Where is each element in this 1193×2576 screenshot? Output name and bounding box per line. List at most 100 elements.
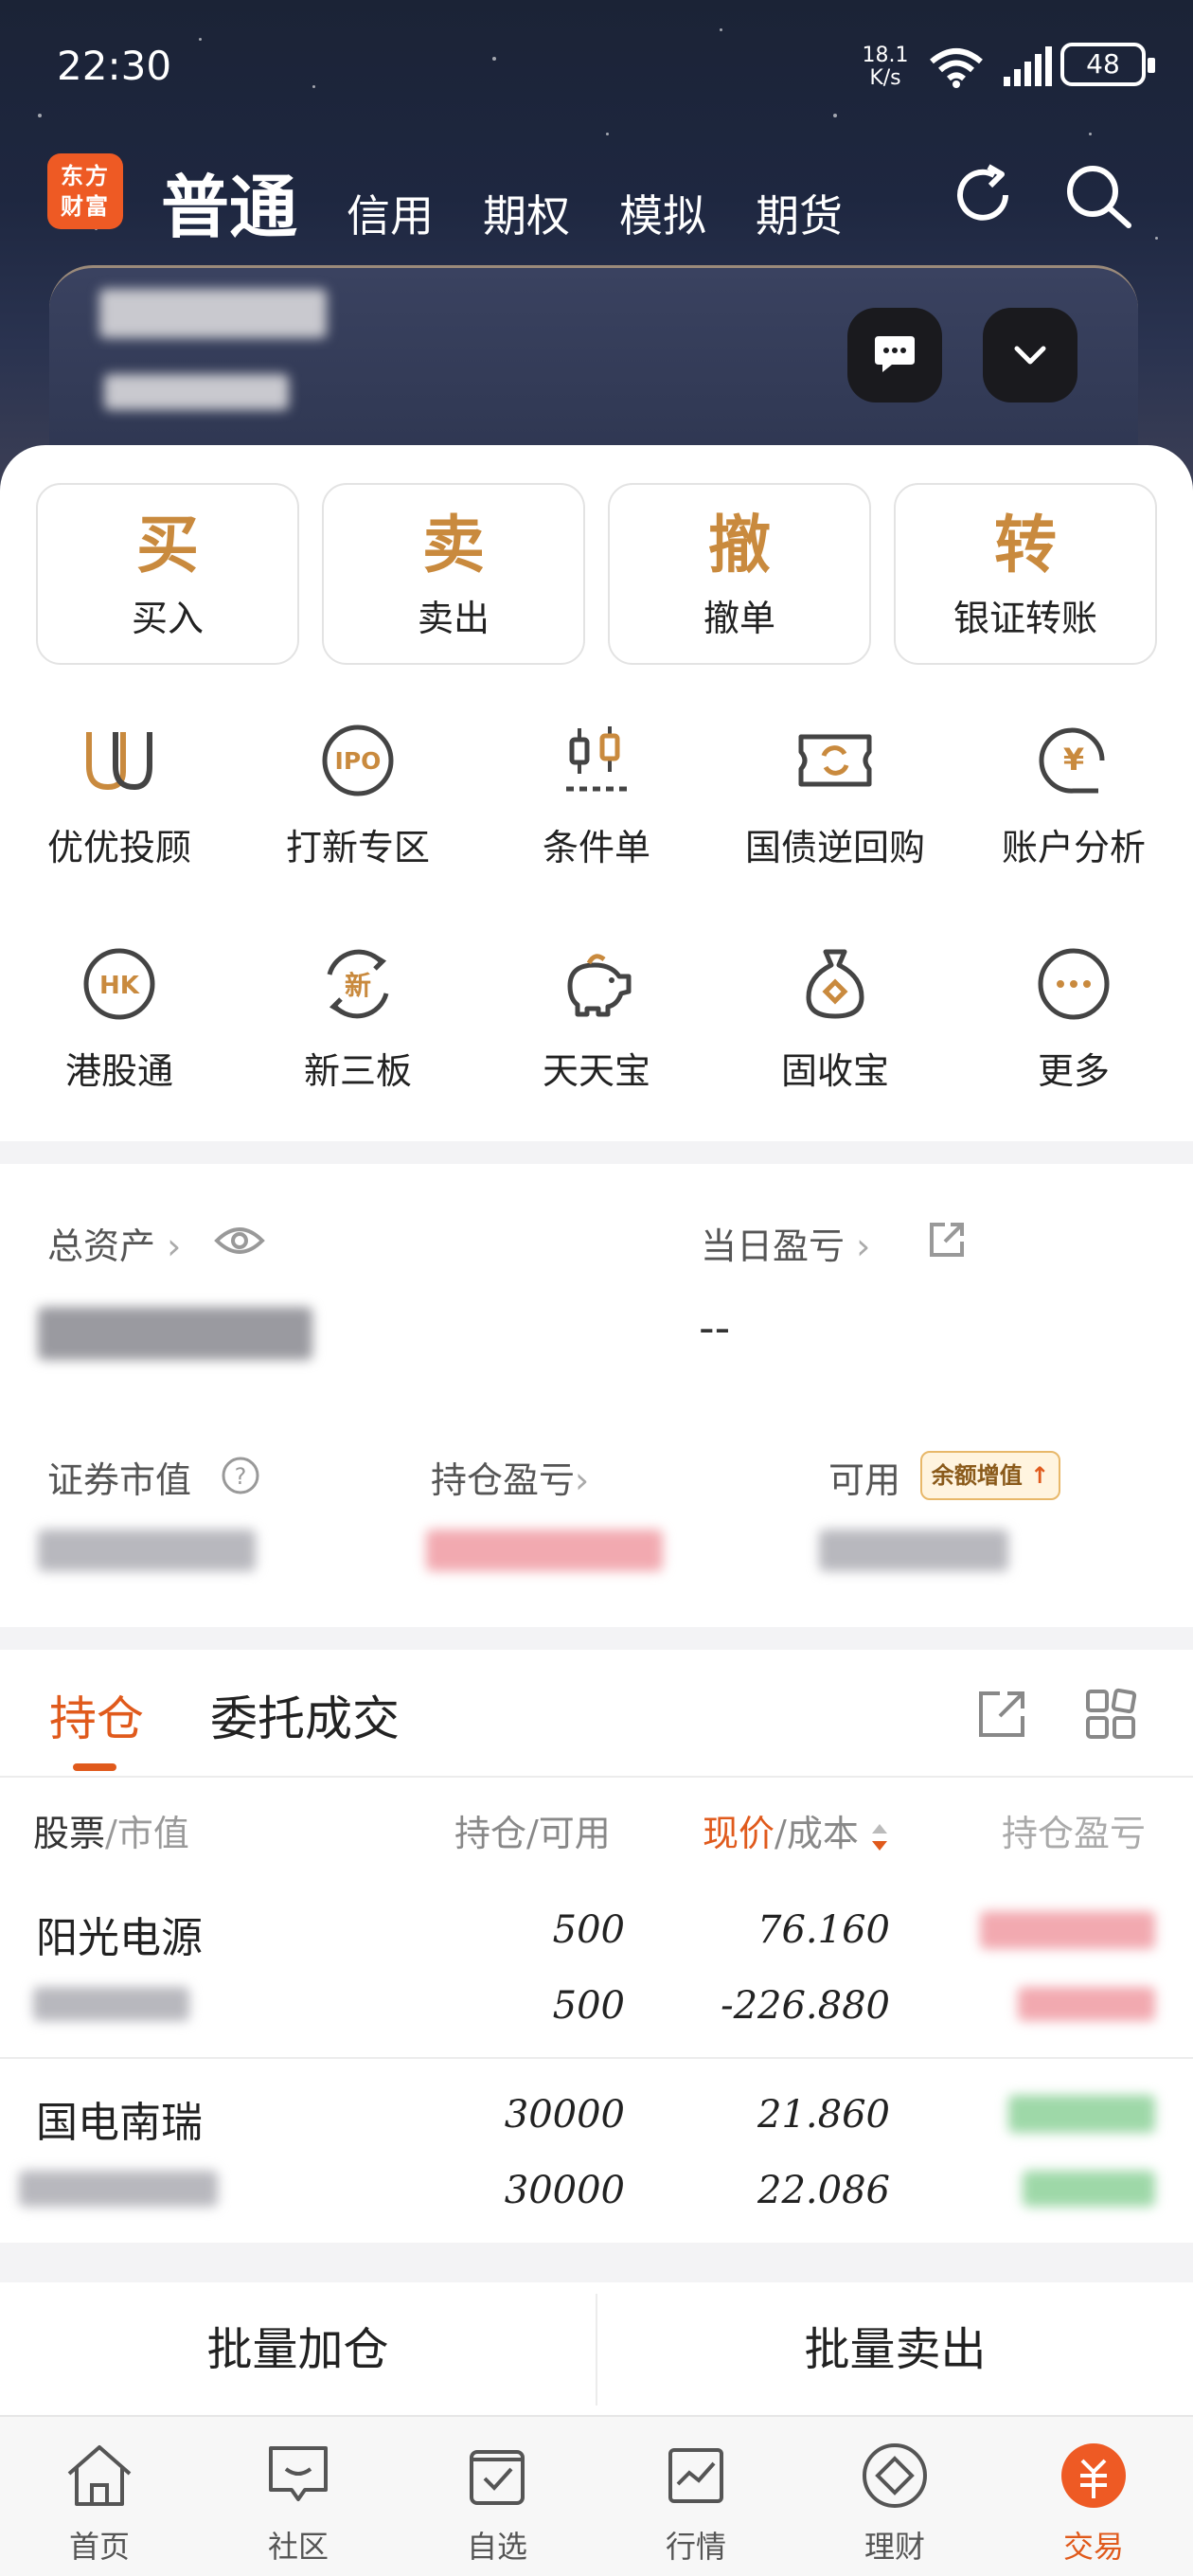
account-type-tabs: 普通 信用 期权 模拟 期货: [161, 152, 843, 247]
batch-add-button[interactable]: 批量加仓: [0, 2282, 596, 2417]
reverse-repo-icon: [798, 734, 872, 787]
market-value-label: 证券市值: [47, 1459, 192, 1501]
trade-icon: [1061, 2443, 1126, 2508]
service-neeq[interactable]: 新 新三板: [239, 924, 477, 1148]
home-icon: [67, 2445, 132, 2506]
external-link-icon[interactable]: [926, 1219, 968, 1261]
nav-wealth[interactable]: 理财: [795, 2417, 994, 2576]
tabs-divider: [0, 1776, 1193, 1778]
share-icon[interactable]: [975, 1688, 1028, 1741]
available-masked: [819, 1530, 1008, 1571]
tab-options[interactable]: 期权: [483, 182, 570, 244]
balance-boost-badge[interactable]: 余额增值 ↑: [920, 1451, 1060, 1500]
available-qty: 30000: [504, 2169, 625, 2212]
message-button[interactable]: [847, 308, 942, 402]
condition-order-icon: [566, 726, 627, 792]
service-more[interactable]: 更多: [954, 924, 1193, 1148]
nav-market[interactable]: 行情: [596, 2417, 795, 2576]
search-icon[interactable]: [1060, 159, 1136, 235]
signal-icon: [1004, 46, 1052, 86]
position-pnl-masked: [980, 1911, 1155, 1949]
col-price-header[interactable]: 现价/成本: [703, 1804, 889, 1856]
tab-futures[interactable]: 期货: [756, 182, 843, 244]
quick-actions: 买 买入 卖 卖出 撤 撤单 转 银证转账: [36, 483, 1157, 665]
daily-pnl-value: --: [699, 1302, 731, 1353]
batch-sell-button[interactable]: 批量卖出: [597, 2282, 1193, 2417]
cancel-order-button[interactable]: 撤 撤单: [608, 483, 871, 665]
app-logo: 东方 财富: [47, 153, 123, 229]
position-pnl-masked: [426, 1530, 663, 1571]
nav-trade[interactable]: 交易: [994, 2417, 1193, 2576]
cost-price: -226.880: [721, 1984, 890, 2028]
trade-panel: 买 买入 卖 卖出 撤 撤单 转 银证转账 优优投顾 IPO 打新专区 条件单 …: [0, 445, 1193, 1146]
money-bag-icon: [806, 949, 864, 1019]
help-icon[interactable]: ?: [220, 1455, 261, 1496]
market-value-masked: [38, 1530, 256, 1571]
daily-pnl-link[interactable]: 当日盈亏 ›: [701, 1217, 870, 1269]
current-price: 21.860: [757, 2093, 890, 2137]
tab-orders[interactable]: 委托成交: [210, 1681, 400, 1749]
section-divider: [0, 1141, 1193, 1164]
section-divider: [0, 1627, 1193, 1650]
neeq-icon: 新: [327, 949, 389, 1019]
service-hk-connect[interactable]: HK 港股通: [0, 924, 239, 1148]
active-tab-indicator: [73, 1763, 116, 1771]
community-icon: [269, 2446, 328, 2501]
account-name-masked: [99, 289, 327, 338]
bank-transfer-button[interactable]: 转 银证转账: [894, 483, 1157, 665]
col-qty-header: 持仓/可用: [454, 1813, 611, 1854]
service-tiantianbao[interactable]: 天天宝: [477, 924, 716, 1148]
available-qty: 500: [552, 1984, 625, 2028]
bottom-nav: 首页 社区 自选 行情 理财 交易: [0, 2415, 1193, 2576]
chevron-down-icon: [1014, 346, 1046, 365]
message-icon: [875, 336, 915, 372]
position-pnl-masked: [1008, 2095, 1155, 2133]
account-analysis-icon: ¥: [1039, 727, 1105, 794]
eye-icon[interactable]: [213, 1222, 266, 1260]
position-qty: 500: [552, 1908, 625, 1952]
stock-market-value-masked: [19, 2171, 218, 2207]
service-reverse-repo[interactable]: 国债逆回购: [716, 701, 954, 924]
status-time: 22:30: [57, 43, 172, 89]
svg-text:?: ?: [235, 1463, 247, 1490]
tab-positions[interactable]: 持仓: [49, 1681, 144, 1749]
position-pnl-link[interactable]: 持仓盈亏›: [431, 1451, 589, 1503]
stock-market-value-masked: [33, 1987, 189, 2021]
market-icon: [668, 2448, 723, 2503]
grid-view-icon[interactable]: [1084, 1688, 1137, 1741]
service-ipo[interactable]: IPO 打新专区: [239, 701, 477, 924]
battery-icon: 48: [1060, 43, 1155, 86]
service-uu-advisor[interactable]: 优优投顾: [0, 701, 239, 924]
buy-button[interactable]: 买 买入: [36, 483, 299, 665]
sell-button[interactable]: 卖 卖出: [322, 483, 585, 665]
nav-watchlist[interactable]: 自选: [398, 2417, 596, 2576]
stock-name: 阳光电源: [36, 1914, 203, 1962]
services-grid: 优优投顾 IPO 打新专区 条件单 国债逆回购 ¥ 账户分析 HK 港股通 新 …: [0, 701, 1193, 1148]
wifi-icon: [930, 48, 983, 88]
refresh-icon[interactable]: [947, 159, 1019, 231]
service-gushoubao[interactable]: 固收宝: [716, 924, 954, 1148]
status-bar: 22:30 18.1 K/s 48: [57, 43, 1155, 99]
wealth-icon: [863, 2443, 927, 2508]
net-speed: 18.1 K/s: [862, 44, 909, 90]
sort-icon: [871, 1823, 887, 1851]
account-id-masked: [104, 374, 289, 410]
tab-credit[interactable]: 信用: [347, 182, 434, 244]
position-pnl-pct-masked: [1018, 1987, 1155, 2021]
expand-button[interactable]: [983, 308, 1077, 402]
ipo-icon: IPO: [322, 724, 394, 796]
stock-name: 国电南瑞: [36, 2099, 203, 2147]
service-account-analysis[interactable]: ¥ 账户分析: [954, 701, 1193, 924]
nav-community[interactable]: 社区: [199, 2417, 398, 2576]
col-pnl-header: 持仓盈亏: [1002, 1813, 1147, 1854]
batch-actions: 批量加仓 批量卖出: [0, 2282, 1193, 2417]
tab-simulation[interactable]: 模拟: [619, 182, 706, 244]
nav-home[interactable]: 首页: [0, 2417, 199, 2576]
total-assets-link[interactable]: 总资产 ›: [47, 1217, 181, 1269]
svg-text:¥: ¥: [1063, 742, 1084, 778]
tab-normal[interactable]: 普通: [161, 152, 297, 251]
hk-connect-icon: HK: [83, 948, 155, 1020]
current-price: 76.160: [757, 1908, 890, 1952]
row-divider: [0, 2057, 1193, 2059]
service-condition-order[interactable]: 条件单: [477, 701, 716, 924]
